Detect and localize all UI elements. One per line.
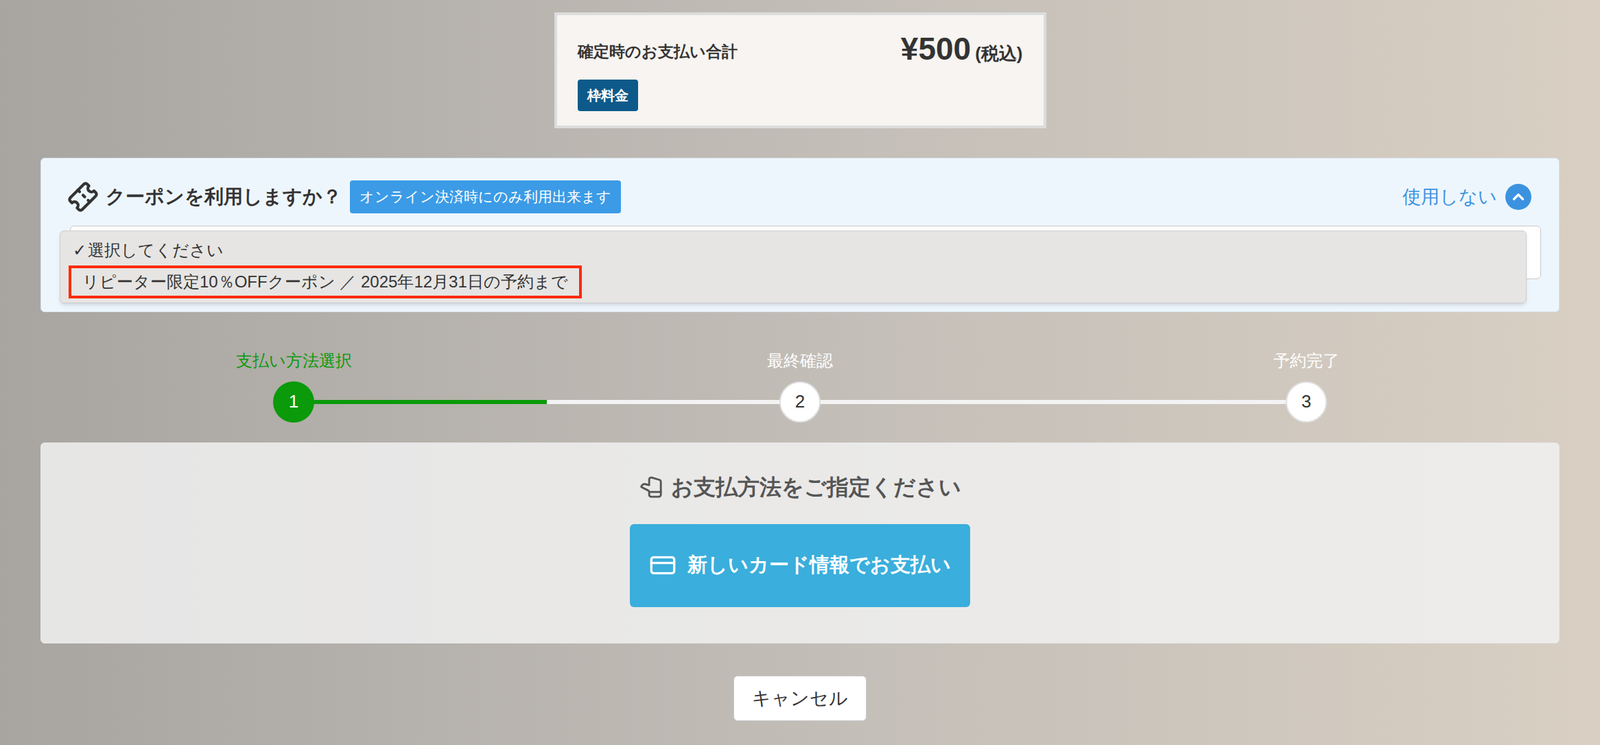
coupon-option[interactable]: リピーター限定10％OFFクーポン ／ 2025年12月31日の予約まで — [60, 265, 1526, 299]
ticket-icon — [62, 176, 103, 217]
step: 予約完了3 — [1053, 349, 1560, 423]
fee-badge: 枠料金 — [577, 79, 639, 112]
coupon-dropdown: ✓選択してくださいリピーター限定10％OFFクーポン ／ 2025年12月31日… — [59, 230, 1527, 304]
total-label: 確定時のお支払い合計 — [577, 39, 738, 64]
coupon-panel: クーポンを利用しますか？オンライン決済時にのみ利用出来ます 使用しない ✓選択してく… — [40, 157, 1560, 313]
coupon-toggle[interactable]: 使用しない — [1402, 183, 1532, 212]
payment-title: お支払方法をご指定ください — [671, 470, 962, 504]
stepper: 支払い方法選択1最終確認2予約完了3 — [40, 349, 1560, 423]
online-only-badge: オンライン決済時にのみ利用出来ます — [349, 180, 621, 214]
coupon-select[interactable]: ✓選択してくださいリピーター限定10％OFFクーポン ／ 2025年12月31日… — [69, 225, 1541, 280]
step: 支払い方法選択1 — [40, 349, 547, 423]
coupon-option[interactable]: ✓選択してください — [60, 235, 1526, 266]
total-card: 確定時のお支払い合計 ¥500(税込) 枠料金 — [554, 12, 1047, 129]
page: 確定時のお支払い合計 ¥500(税込) 枠料金クーポンを利用しますか？オンライン決済… — [0, 0, 1600, 745]
check-mark: ✓ — [72, 238, 87, 263]
credit-card-icon — [649, 551, 677, 580]
thumbs-up-icon — [639, 475, 663, 499]
cancel-button[interactable]: キャンセル — [733, 675, 867, 722]
coupon-title: クーポンを利用しますか？ — [105, 182, 342, 212]
progress-fill — [293, 400, 547, 405]
payment-panel: お支払方法をご指定ください新しいカード情報でお支払い — [40, 442, 1560, 644]
chevron-up-icon — [1509, 187, 1528, 206]
step: 最終確認2 — [546, 349, 1054, 423]
new-card-button[interactable]: 新しいカード情報でお支払い — [629, 524, 971, 608]
total-amount: ¥500(税込) — [900, 32, 1023, 68]
